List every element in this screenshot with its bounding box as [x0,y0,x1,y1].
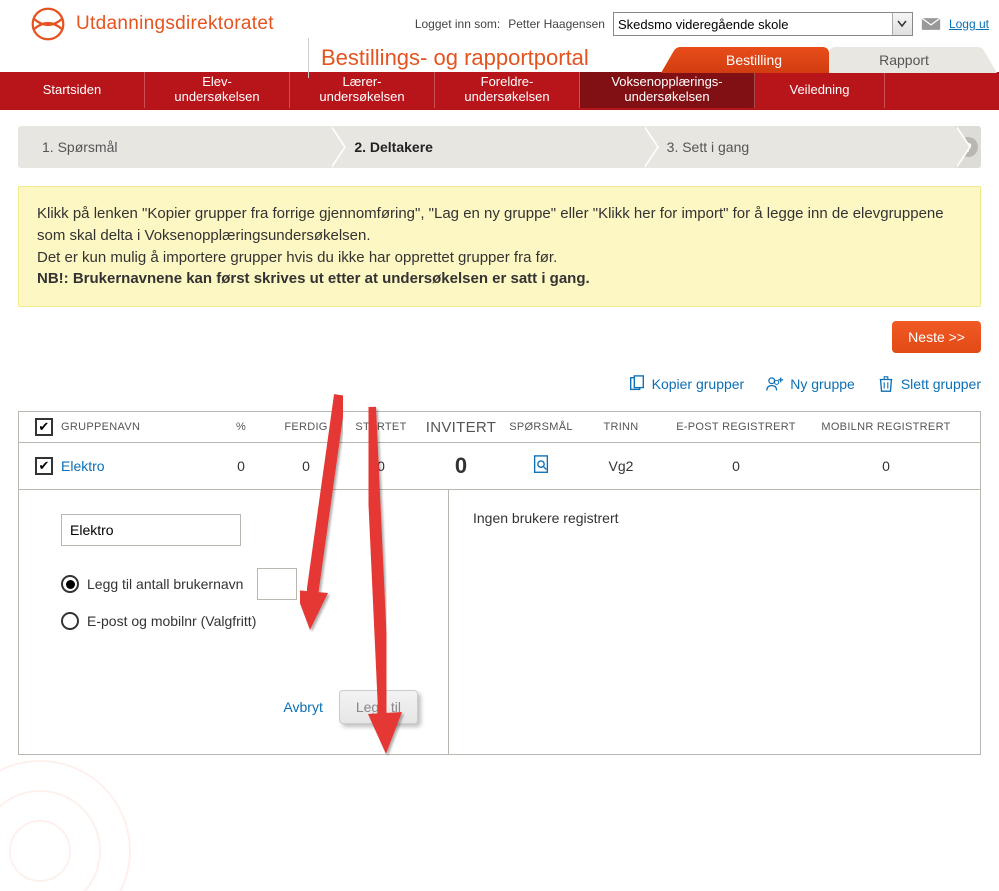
nav-voksen[interactable]: Voksenopplærings-undersøkelsen [580,72,755,108]
delete-groups-link[interactable]: Slett grupper [877,375,981,393]
select-all-checkbox[interactable] [35,418,53,436]
notice-line-2: Det er kun mulig å importere grupper hvi… [37,247,962,269]
nav-veiledning[interactable]: Veiledning [755,72,885,108]
new-group-link[interactable]: Ny gruppe [766,375,855,393]
th-trinn: TRINN [581,421,661,433]
main-nav: Startsiden Elev-undersøkelsen Lærer-unde… [0,72,999,110]
copy-icon [628,375,646,393]
next-button[interactable]: Neste >> [892,321,981,353]
nav-foreldre[interactable]: Foreldre-undersøkelsen [435,72,580,108]
mail-icon[interactable] [921,17,941,31]
cell-invitert: 0 [421,453,501,479]
groups-table: GRUPPENAVN % FERDIG STARTET INVITERT SPØ… [18,411,981,755]
no-users-message: Ingen brukere registrert [473,510,619,526]
radio-add-count[interactable] [61,575,79,593]
tab-rapport[interactable]: Rapport [829,47,979,73]
th-pct: % [211,421,271,433]
radio-email-mobile[interactable] [61,612,79,630]
group-name-input[interactable] [61,514,241,546]
group-name-link[interactable]: Elektro [61,458,211,474]
th-gruppenavn: GRUPPENAVN [61,421,211,433]
cancel-link[interactable]: Avbryt [283,699,322,715]
info-notice: Klikk på lenken "Kopier grupper fra forr… [18,186,981,307]
brand-logo: Utdanningsdirektoratet [30,6,274,42]
cell-mobil: 0 [811,458,961,474]
row-checkbox[interactable] [35,457,53,475]
radio-email-mobile-label: E-post og mobilnr (Valgfritt) [87,613,256,629]
brand-text: Utdanningsdirektoratet [76,13,274,35]
step-3[interactable]: 3. Sett i gang [643,126,955,168]
table-row: Elektro 0 0 0 0 Vg2 0 0 [19,443,980,490]
add-button[interactable]: Legg til [339,690,418,724]
logout-link[interactable]: Logg ut [949,17,989,31]
th-invitert: INVITERT [421,419,501,436]
radio-add-count-label: Legg til antall brukernavn [87,576,243,592]
th-sporsmal: SPØRSMÅL [501,421,581,433]
notice-line-1: Klikk på lenken "Kopier grupper fra forr… [37,203,962,247]
tab-bestilling[interactable]: Bestilling [679,47,829,73]
portal-title: Bestillings- og rapportportal [321,45,589,71]
cell-ferdig: 0 [271,458,341,474]
logo-icon [30,6,66,42]
th-startet: STARTET [341,421,421,433]
copy-groups-link[interactable]: Kopier grupper [628,375,745,393]
user-name: Petter Haagensen [508,17,605,31]
group-edit-panel: Legg til antall brukernavn E-post og mob… [19,490,980,754]
cell-sporsmal[interactable] [501,455,581,478]
school-select[interactable] [613,12,913,36]
cell-pct: 0 [211,458,271,474]
nav-elev[interactable]: Elev-undersøkelsen [145,72,290,108]
table-header: GRUPPENAVN % FERDIG STARTET INVITERT SPØ… [19,412,980,443]
user-count-input[interactable] [257,568,297,600]
th-mobil: MOBILNR REGISTRERT [811,421,961,433]
th-epost: E-POST REGISTRERT [661,421,811,433]
step-2[interactable]: 2. Deltakere [330,126,642,168]
step-1[interactable]: 1. Spørsmål [18,126,330,168]
add-user-icon [766,375,784,393]
notice-line-3: NB!: Brukernavnene kan først skrives ut … [37,270,590,287]
cell-trinn: Vg2 [581,458,661,474]
nav-startsiden[interactable]: Startsiden [0,72,145,108]
trash-icon [877,375,895,393]
nav-laerer[interactable]: Lærer-undersøkelsen [290,72,435,108]
preview-icon [532,455,550,475]
cell-epost: 0 [661,458,811,474]
cell-startet: 0 [341,458,421,474]
login-label: Logget inn som: [415,17,500,31]
step-bar: 1. Spørsmål 2. Deltakere 3. Sett i gang … [18,126,981,168]
th-ferdig: FERDIG [271,421,341,433]
